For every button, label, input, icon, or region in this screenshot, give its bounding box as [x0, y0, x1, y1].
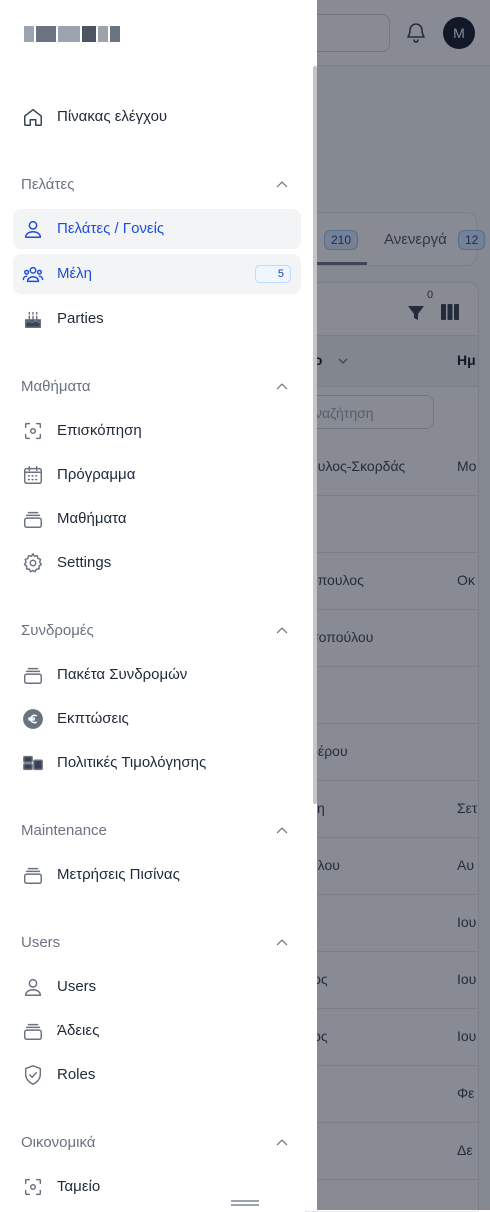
scan-icon: [24, 422, 42, 440]
home-icon: [24, 108, 42, 126]
chevron-up-icon: [276, 627, 288, 634]
sidebar-item-label: Μαθήματα: [57, 510, 127, 527]
sidebar-section-label: Μαθήματα: [21, 378, 91, 395]
sidebar-section-5[interactable]: Οικονομικά: [21, 1132, 291, 1154]
sidebar-item-label: Μέλη: [57, 265, 93, 282]
sidebar-item-label: Εκπτώσεις: [57, 710, 129, 727]
sidebar-section-2[interactable]: Συνδρομές: [21, 620, 291, 642]
chevron-up-icon: [276, 383, 288, 390]
sidebar-section-3[interactable]: Maintenance: [21, 820, 291, 842]
sidebar-drawer: Πίνακας ελέγχου Πελάτες Πελάτες / Γονείς…: [0, 0, 317, 1210]
sidebar-item-4-1[interactable]: Άδειες: [13, 1011, 301, 1051]
gear-icon: [23, 553, 42, 573]
sidebar-scrollbar[interactable]: [313, 66, 317, 804]
sidebar-item-label: Πακέτα Συνδρομών: [57, 666, 188, 683]
sidebar-item-4-2[interactable]: Roles: [13, 1055, 301, 1095]
sidebar-section-label: Οικονομικά: [21, 1134, 96, 1151]
calendar-icon: [24, 466, 42, 484]
sidebar-item-2-0[interactable]: Πακέτα Συνδρομών: [13, 655, 301, 695]
brand-logo: [24, 26, 120, 42]
stack-icon: [24, 667, 42, 684]
sidebar-item-1-3[interactable]: Settings: [13, 543, 301, 583]
chevron-up-icon: [276, 939, 288, 946]
scan-icon: [24, 1178, 42, 1196]
users-group-icon: [22, 266, 44, 283]
sidebar-item-2-2[interactable]: Πολιτικές Τιμολόγησης: [13, 743, 301, 783]
sidebar-item-label: Μετρήσεις Πισίνας: [57, 866, 180, 883]
sidebar-item-0-2[interactable]: Parties: [13, 299, 301, 339]
sidebar-item-label: Άδειες: [57, 1022, 100, 1039]
cake-icon: [24, 311, 42, 328]
euro-icon: [23, 709, 43, 729]
sidebar-section-4[interactable]: Users: [21, 932, 291, 954]
sidebar-item-label: Επισκόπηση: [57, 422, 142, 439]
sidebar-item-label: Πρόγραμμα: [57, 466, 136, 483]
chevron-up-icon: [276, 827, 288, 834]
sidebar-section-1[interactable]: Μαθήματα: [21, 376, 291, 398]
sidebar-item-label: Πολιτικές Τιμολόγησης: [57, 754, 207, 771]
sidebar-item-0-1[interactable]: Μέλη 5: [13, 254, 301, 294]
sidebar-item-4-0[interactable]: Users: [13, 967, 301, 1007]
sidebar-item-label: Roles: [57, 1066, 96, 1083]
sidebar-section-label: Πελάτες: [21, 176, 75, 193]
sidebar-item-1-1[interactable]: Πρόγραμμα: [13, 455, 301, 495]
stack-icon: [24, 867, 42, 884]
resize-handle-icon[interactable]: [231, 1200, 259, 1206]
chevron-up-icon: [276, 181, 288, 188]
sidebar-item-2-1[interactable]: Εκπτώσεις: [13, 699, 301, 739]
sidebar-item-label: Parties: [57, 310, 104, 327]
sidebar-item-0-0[interactable]: Πελάτες / Γονείς: [13, 209, 301, 249]
user-icon: [24, 978, 42, 996]
chevron-up-icon: [276, 1139, 288, 1146]
stack-icon: [24, 1023, 42, 1040]
sidebar-item-label: Settings: [57, 554, 112, 571]
sidebar-item-3-0[interactable]: Μετρήσεις Πισίνας: [13, 855, 301, 895]
blocks-icon: [23, 755, 43, 771]
sidebar-item-label: Users: [57, 978, 97, 995]
shield-check-icon: [24, 1065, 42, 1085]
sidebar-section-0[interactable]: Πελάτες: [21, 174, 291, 196]
sidebar-item-1-2[interactable]: Μαθήματα: [13, 499, 301, 539]
user-icon: [24, 220, 42, 238]
count-badge: 5: [255, 265, 291, 283]
sidebar-section-label: Users: [21, 934, 61, 951]
sidebar-item-dashboard[interactable]: Πίνακας ελέγχου: [13, 97, 301, 137]
sidebar-section-label: Συνδρομές: [21, 622, 94, 639]
sidebar-item-label: Πίνακας ελέγχου: [57, 108, 168, 125]
sidebar-item-label: Ταμείο: [57, 1178, 101, 1195]
sidebar-item-1-0[interactable]: Επισκόπηση: [13, 411, 301, 451]
sidebar-item-label: Πελάτες / Γονείς: [57, 220, 165, 237]
sidebar-section-label: Maintenance: [21, 822, 107, 839]
stack-icon: [24, 511, 42, 528]
